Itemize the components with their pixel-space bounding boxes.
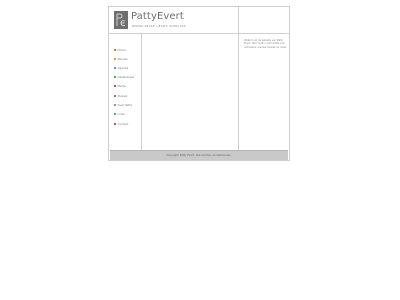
nav-item-gastenboek[interactable]: Gastenboek [114, 75, 134, 79]
nav-item-label: Over Patty [117, 103, 133, 107]
nav-item-over-patty[interactable]: Over Patty [114, 103, 132, 107]
main-content [142, 34, 239, 150]
header-right-panel [239, 7, 290, 34]
footer-text: Copyright Patty Evert. Alle rechten voor… [166, 154, 232, 157]
bullet-icon [114, 104, 116, 106]
brand-logo-icon[interactable] [114, 11, 128, 29]
bullet-icon [114, 67, 116, 69]
nav-item-label: Nieuws [117, 57, 128, 61]
nav-item-label: Media [117, 84, 126, 88]
page-frame: PattyEvert NEDERLANDSE LIEDJES SCHRIJVER… [108, 6, 290, 161]
nav-item-contact[interactable]: Contact [114, 122, 128, 126]
nav-item-label: Links [117, 112, 125, 116]
nav-item-label: Muziek [117, 94, 128, 98]
site-header: PattyEvert NEDERLANDSE LIEDJES SCHRIJVER [109, 7, 239, 34]
brand-name[interactable]: PattyEvert [131, 11, 184, 22]
bullet-icon [114, 49, 116, 51]
footer-bar: Copyright Patty Evert. Alle rechten voor… [110, 150, 288, 160]
nav-item-label: Home [117, 48, 126, 52]
nav-item-label: Contact [117, 122, 129, 126]
nav-item-links[interactable]: Links [114, 112, 125, 116]
nav-item-nieuws[interactable]: Nieuws [114, 57, 128, 61]
bullet-icon [114, 95, 116, 97]
nav-item-muziek[interactable]: Muziek [114, 94, 127, 98]
bullet-icon [114, 85, 116, 87]
nav-item-media[interactable]: Media [114, 84, 126, 88]
bullet-icon [114, 58, 116, 60]
sidebar-text: Welkom op de website van Patty Evert. Hi… [244, 39, 287, 49]
bullet-icon [114, 76, 116, 78]
nav-item-label: Agenda [117, 66, 129, 70]
right-sidebar: Welkom op de website van Patty Evert. Hi… [239, 34, 290, 150]
nav-item-agenda[interactable]: Agenda [114, 66, 128, 70]
nav-menu: Home Nieuws Agenda Gastenboek Media Muzi… [109, 34, 142, 150]
nav-item-home[interactable]: Home [114, 48, 126, 52]
nav-item-label: Gastenboek [117, 75, 135, 79]
bullet-icon [114, 123, 116, 125]
bullet-icon [114, 113, 116, 115]
brand-tagline: NEDERLANDSE LIEDJES SCHRIJVER [132, 25, 186, 28]
